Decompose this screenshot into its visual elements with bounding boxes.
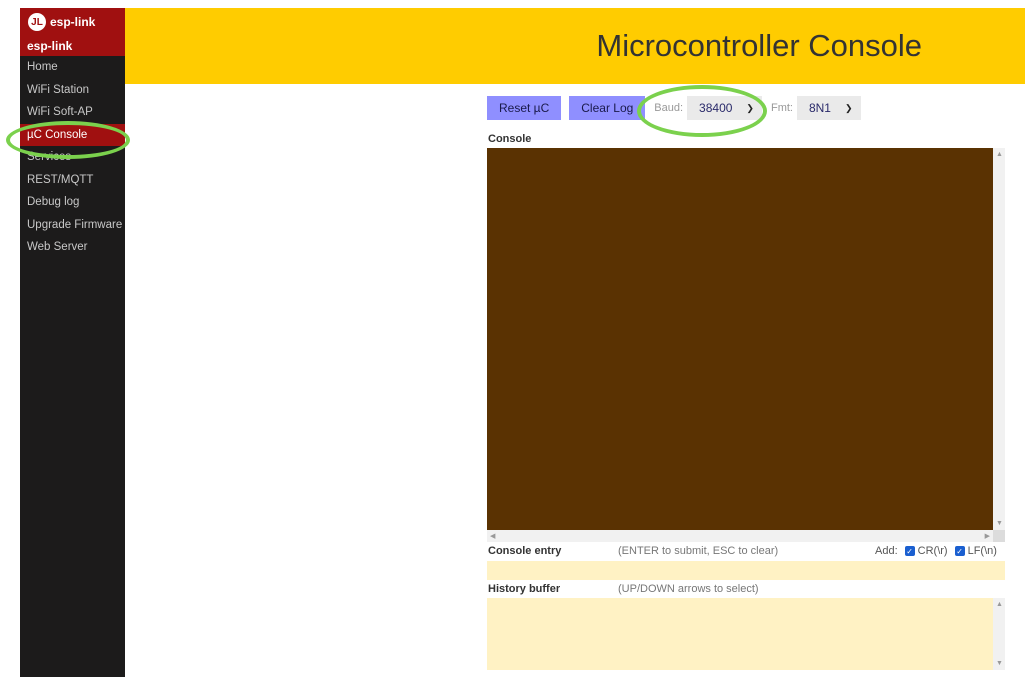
sidebar-item-services[interactable]: Services (20, 146, 125, 169)
scroll-left-arrow-icon[interactable]: ◀ (490, 532, 495, 540)
sidebar-item-home[interactable]: Home (20, 56, 125, 79)
cr-label: CR(\r) (917, 545, 948, 557)
sidebar-item-debug-log[interactable]: Debug log (20, 191, 125, 214)
history-buffer-hint: (UP/DOWN arrows to select) (618, 583, 759, 595)
sidebar: JL esp-link esp-link Home WiFi Station W… (20, 8, 125, 677)
console-entry-label: Console entry (488, 545, 562, 557)
brand-subtitle: esp-link (20, 36, 125, 56)
sidebar-item-uc-console[interactable]: µC Console (20, 123, 125, 146)
history-scrollbar[interactable]: ▲ ▼ (993, 598, 1005, 670)
console-horizontal-scrollbar[interactable]: ◀ ▶ (487, 530, 993, 542)
baud-label: Baud: (654, 102, 684, 114)
reset-uc-button[interactable]: Reset µC (487, 96, 562, 120)
clear-log-button[interactable]: Clear Log (569, 96, 646, 120)
sidebar-item-wifi-station[interactable]: WiFi Station (20, 79, 125, 102)
sidebar-item-web-server[interactable]: Web Server (20, 236, 125, 259)
baud-value: 38400 (699, 101, 733, 115)
sidebar-item-wifi-soft-ap[interactable]: WiFi Soft-AP (20, 101, 125, 124)
console-entry-input[interactable] (487, 561, 1005, 580)
chevron-down-icon: ❯ (844, 102, 853, 113)
cr-checkbox[interactable]: ✓ (904, 546, 915, 556)
chevron-down-icon: ❯ (746, 102, 754, 113)
brand-title: esp-link (50, 15, 96, 29)
esp-link-logo-icon: JL (28, 13, 46, 31)
scroll-up-arrow-icon[interactable]: ▲ (996, 601, 1003, 608)
console-vertical-scrollbar[interactable]: ▲ ▼ (993, 148, 1005, 530)
brand[interactable]: JL esp-link (20, 8, 125, 36)
history-buffer-label: History buffer (488, 583, 561, 595)
scroll-down-arrow-icon[interactable]: ▼ (996, 520, 1003, 527)
console-toolbar: Reset µC Clear Log Baud: 38400 ❯ Fmt: 8N… (487, 95, 861, 121)
scroll-up-arrow-icon[interactable]: ▲ (996, 151, 1003, 158)
history-buffer-textarea[interactable] (487, 598, 993, 670)
page-header: Microcontroller Console (125, 8, 1025, 84)
scroll-right-arrow-icon[interactable]: ▶ (985, 532, 990, 540)
sidebar-item-rest-mqtt[interactable]: REST/MQTT (20, 169, 125, 192)
add-label: Add: (875, 545, 898, 557)
page-title: Microcontroller Console (596, 28, 922, 63)
console-label: Console (488, 133, 532, 145)
sidebar-item-upgrade-firmware[interactable]: Upgrade Firmware (20, 214, 125, 237)
console-output[interactable] (487, 148, 993, 530)
scroll-down-arrow-icon[interactable]: ▼ (996, 660, 1003, 667)
scrollbar-corner (993, 530, 1005, 542)
lf-label: LF(\n) (967, 545, 997, 557)
baud-select[interactable]: 38400 ❯ (687, 96, 762, 120)
fmt-label: Fmt: (770, 102, 793, 114)
fmt-select[interactable]: 8N1 ❯ (796, 96, 861, 120)
line-ending-options: Add: ✓ CR(\r) ✓ LF(\n) (875, 545, 997, 557)
fmt-value: 8N1 (808, 101, 831, 115)
lf-checkbox[interactable]: ✓ (954, 546, 965, 556)
console-entry-hint: (ENTER to submit, ESC to clear) (618, 545, 779, 557)
